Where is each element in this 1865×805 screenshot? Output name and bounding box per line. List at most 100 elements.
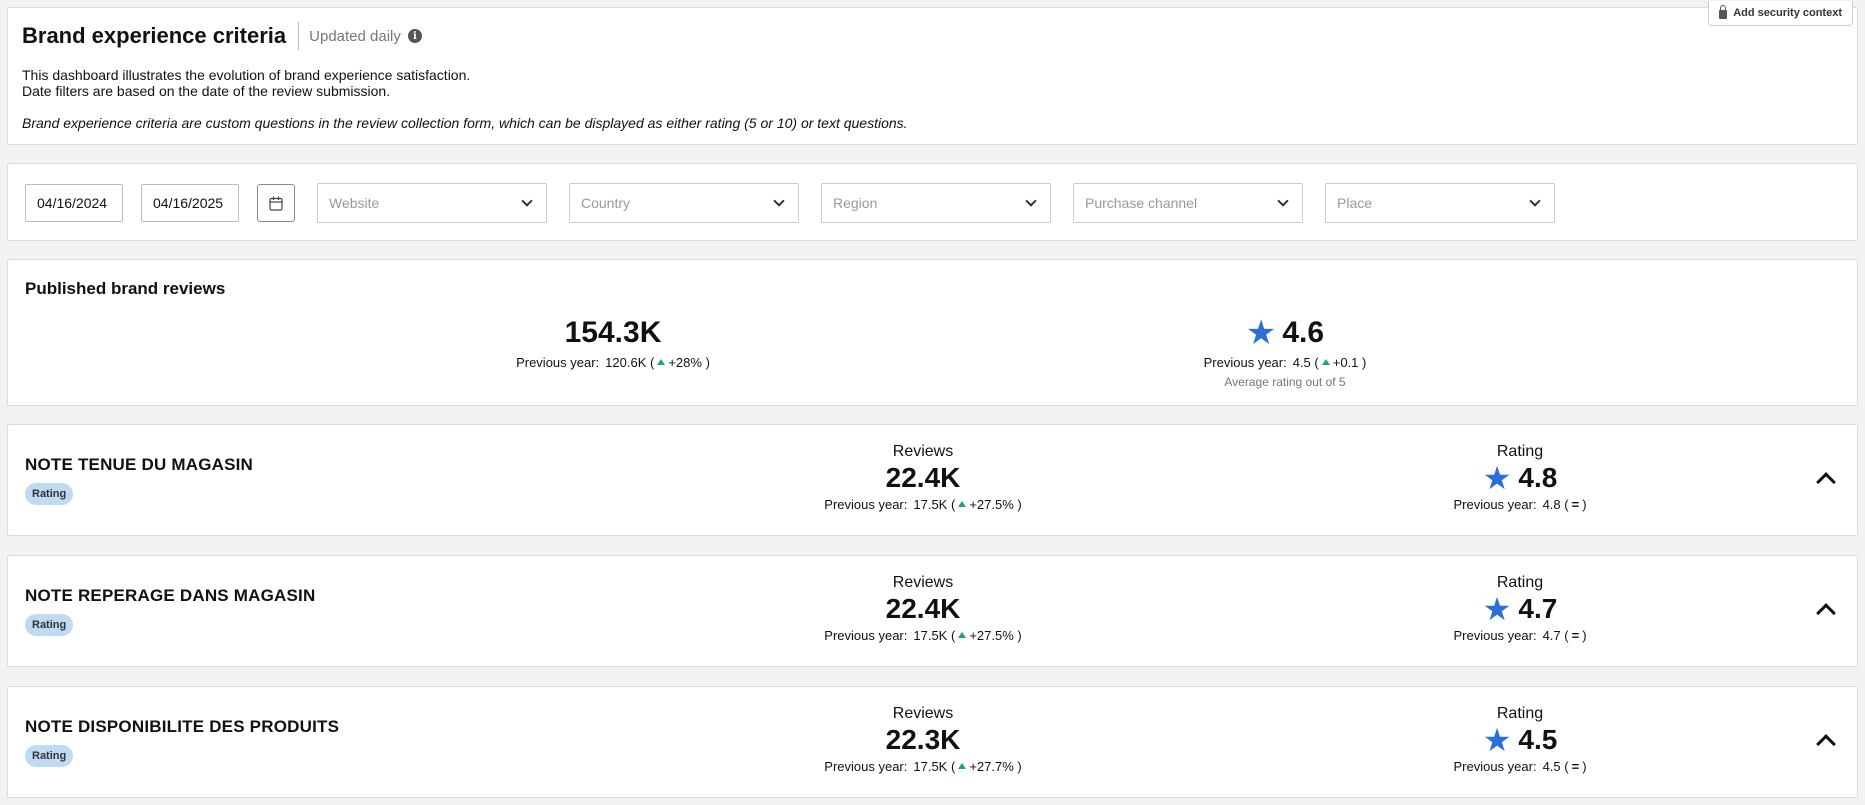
previous-year-label: Previous year:	[824, 759, 908, 774]
type-badge: Rating	[25, 614, 74, 636]
delta-value: +27.5%	[969, 628, 1014, 643]
description-italic: Brand experience criteria are custom que…	[22, 115, 908, 131]
chevron-up-icon[interactable]	[1816, 734, 1836, 754]
previous-year-label: Previous year:	[1453, 497, 1537, 512]
purchase-channel-dropdown[interactable]: Purchase channel	[1073, 183, 1303, 223]
trend-up-icon	[1321, 359, 1330, 365]
star-icon: ★	[1482, 460, 1512, 496]
country-dropdown[interactable]: Country	[569, 183, 799, 223]
previous-year-value: 4.7	[1542, 628, 1561, 643]
website-dropdown[interactable]: Website	[317, 183, 547, 223]
start-date-input[interactable]	[25, 184, 123, 222]
chevron-down-icon	[1025, 194, 1037, 207]
rating-value: ★ 4.7	[1295, 593, 1745, 625]
chevron-down-icon	[1529, 194, 1541, 207]
place-dropdown[interactable]: Place	[1325, 183, 1555, 223]
previous-year-label: Previous year:	[1203, 355, 1287, 370]
region-dropdown[interactable]: Region	[821, 183, 1051, 223]
star-icon: ★	[1245, 314, 1277, 352]
star-icon: ★	[1482, 722, 1512, 758]
rating-note: Average rating out of 5	[1224, 375, 1346, 389]
type-badge: Rating	[25, 745, 74, 767]
previous-year-value: 17.5K	[913, 628, 948, 643]
previous-year-value: 4.8	[1542, 497, 1561, 512]
page-title: Brand experience criteria	[22, 23, 287, 48]
rating-metric: Rating ★ 4.5 Previous year: 4.5 (=)	[1295, 705, 1745, 774]
previous-year-value: 120.6K	[605, 355, 647, 370]
previous-year-label: Previous year:	[824, 497, 908, 512]
trend-up-icon	[958, 632, 967, 638]
chevron-down-icon	[1277, 194, 1289, 207]
lock-icon	[1719, 5, 1728, 19]
reviews-value: 22.4K	[698, 593, 1148, 625]
reviews-count: 154.3K	[408, 316, 818, 350]
reviews-metric: Reviews 22.3K Previous year: 17.5K (+27.7…	[698, 705, 1148, 774]
previous-year-line: Previous year: 4.5 (=)	[1453, 759, 1587, 774]
chevron-up-icon[interactable]	[1816, 472, 1836, 492]
filter-bar: Website Country Region Purchase channel …	[7, 163, 1858, 241]
rating-value: ★ 4.8	[1295, 462, 1745, 494]
equal-icon: =	[1571, 497, 1580, 512]
previous-year-line: Previous year: 17.5K (+27.5% )	[824, 628, 1022, 643]
previous-year-value: 17.5K	[913, 759, 948, 774]
previous-year-line: Previous year: 4.5 (+0.1 )	[1203, 355, 1367, 370]
end-date-input[interactable]	[141, 184, 239, 222]
criteria-card: NOTE TENUE DU MAGASIN Rating Reviews 22.…	[7, 424, 1858, 536]
previous-year-value: 4.5	[1542, 759, 1561, 774]
chevron-up-icon[interactable]	[1816, 603, 1836, 623]
published-reviews-card: Published brand reviews 154.3K Previous …	[7, 259, 1858, 406]
description-line-2: Date filters are based on the date of th…	[22, 83, 391, 99]
info-icon[interactable]: i	[407, 29, 422, 43]
criteria-title: NOTE REPERAGE DANS MAGASIN	[25, 586, 316, 605]
reviews-label: Reviews	[892, 705, 954, 722]
previous-year-label: Previous year:	[1453, 628, 1537, 643]
delta-value: +0.1	[1332, 355, 1359, 370]
description-line-1: This dashboard illustrates the evolution…	[22, 67, 471, 83]
previous-year-value: 17.5K	[913, 497, 948, 512]
criteria-title: NOTE TENUE DU MAGASIN	[25, 455, 254, 474]
website-placeholder: Website	[329, 195, 380, 211]
chevron-down-icon	[773, 194, 785, 207]
reviews-value: 22.3K	[698, 724, 1148, 756]
rating-value: ★ 4.5	[1295, 724, 1745, 756]
reviews-value-text: 22.4K	[885, 593, 961, 624]
reviews-value-text: 22.3K	[885, 724, 961, 755]
delta-value: +27.5%	[969, 497, 1014, 512]
updated-label: Updated daily	[309, 27, 401, 45]
reviews-count-value: 154.3K	[564, 316, 662, 349]
trend-up-icon	[958, 763, 967, 769]
previous-year-line: Previous year: 4.8 (=)	[1453, 497, 1587, 512]
average-rating-value: 4.6	[1282, 316, 1325, 349]
rating-label: Rating	[1496, 705, 1544, 722]
type-badge: Rating	[25, 483, 74, 505]
rating-metric: Rating ★ 4.7 Previous year: 4.7 (=)	[1295, 574, 1745, 643]
reviews-label: Reviews	[892, 443, 954, 460]
reviews-metric: Reviews 22.4K Previous year: 17.5K (+27.5…	[698, 574, 1148, 643]
purchase-channel-placeholder: Purchase channel	[1085, 195, 1198, 211]
criteria-title: NOTE DISPONIBILITE DES PRODUITS	[25, 717, 340, 736]
average-rating-kpi: ★ 4.6 Previous year: 4.5 (+0.1 ) Average …	[1080, 316, 1490, 389]
delta-value: +27.7%	[969, 759, 1014, 774]
place-placeholder: Place	[1337, 195, 1373, 211]
equal-icon: =	[1571, 628, 1580, 643]
rating-value-text: 4.7	[1518, 593, 1558, 624]
region-placeholder: Region	[833, 195, 878, 211]
rating-metric: Rating ★ 4.8 Previous year: 4.8 (=)	[1295, 443, 1745, 512]
reviews-metric: Reviews 22.4K Previous year: 17.5K (+27.5…	[698, 443, 1148, 512]
title-row: Brand experience criteria Updated daily …	[22, 22, 422, 50]
equal-icon: =	[1571, 759, 1580, 774]
calendar-icon	[269, 196, 283, 211]
previous-year-line: Previous year: 17.5K (+27.5% )	[824, 497, 1022, 512]
reviews-label: Reviews	[892, 574, 954, 591]
previous-year-line: Previous year: 120.6K (+28% )	[516, 355, 710, 370]
calendar-button[interactable]	[257, 184, 295, 222]
previous-year-value: 4.5	[1292, 355, 1311, 370]
previous-year-label: Previous year:	[1453, 759, 1537, 774]
star-icon: ★	[1482, 591, 1512, 627]
previous-year-label: Previous year:	[516, 355, 600, 370]
reviews-value-text: 22.4K	[885, 462, 961, 493]
delta-value: +28%	[668, 355, 702, 370]
add-security-context-button[interactable]: Add security context	[1708, 1, 1853, 26]
reviews-value: 22.4K	[698, 462, 1148, 494]
country-placeholder: Country	[581, 195, 631, 211]
